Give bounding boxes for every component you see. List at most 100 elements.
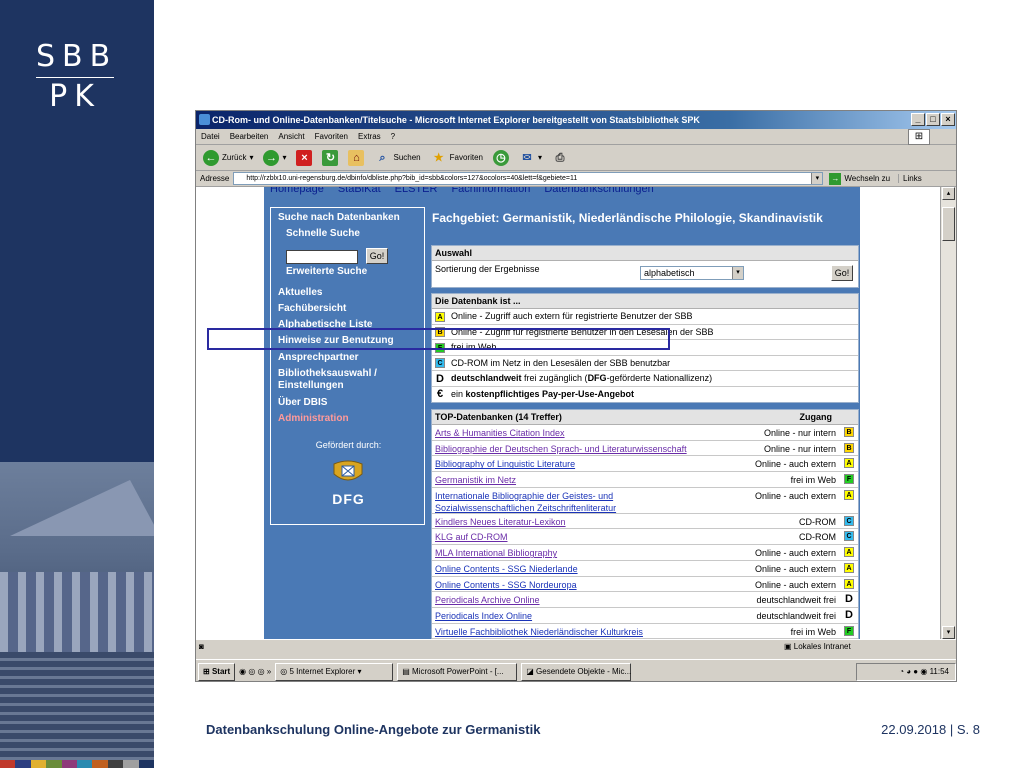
dbis-page: Homepage StaBiKat ELSTER Fachinformation Dat… — [264, 187, 860, 639]
logo-line-1: SBB — [36, 40, 114, 78]
access-badge-icon: D — [844, 608, 854, 621]
search-button[interactable]: ⌕ Suchen — [371, 148, 423, 168]
link-aktuelles[interactable]: Aktuelles — [278, 287, 322, 298]
legend-row-d: Ddeutschlandweit frei zugänglich (DFG-ge… — [432, 371, 858, 387]
links-button[interactable]: Links — [898, 174, 922, 183]
task-internet-explorer[interactable]: ◎ 5 Internet Explorer ▾ — [275, 662, 394, 681]
legend-heading: Die Datenbank ist ... — [432, 294, 858, 309]
link-einstellungen[interactable]: Einstellungen — [278, 380, 344, 391]
db-name-link[interactable]: MLA International Bibliography — [435, 547, 557, 559]
db-name-link[interactable]: KLG auf CD-ROM — [435, 531, 508, 543]
page-title: Fachgebiet: Germanistik, Niederländische… — [432, 211, 823, 225]
db-name-link[interactable]: Bibliographie der Deutschen Sprach- und … — [435, 443, 687, 455]
back-arrow-icon: ← — [203, 149, 219, 166]
db-name-link[interactable]: Internationale Bibliographie der Geistes… — [435, 490, 613, 502]
menu-bar: Datei Bearbeiten Ansicht Favoriten Extras? — [196, 129, 956, 145]
task-outlook[interactable]: ◪ Gesendete Objekte - Mic... — [521, 662, 632, 681]
tray-icons[interactable]: ◔ ◕ ● ◉ — [899, 667, 929, 676]
menu-favoriten[interactable]: Favoriten — [310, 129, 353, 144]
menu-extras[interactable]: Extras — [353, 129, 386, 144]
system-tray: ◔ ◕ ● ◉ 11:54 — [856, 663, 956, 681]
db-row: Bibliographie der Deutschen Sprach- und … — [432, 441, 858, 457]
link-fachuebersicht[interactable]: Fachübersicht — [278, 303, 346, 314]
db-name-link[interactable]: Online Contents - SSG Niederlande — [435, 563, 578, 575]
db-row: Periodicals Index Online deutschlandweit … — [432, 608, 858, 624]
scroll-thumb[interactable] — [942, 207, 955, 241]
bavarian-crest-icon — [333, 460, 363, 481]
link-ansprechpartner[interactable]: Ansprechpartner — [278, 352, 359, 363]
link-administration[interactable]: Administration — [278, 413, 349, 424]
db-access: Online - auch extern — [754, 563, 836, 574]
refresh-icon: ↻ — [322, 149, 339, 166]
footer-date: 22.09.2018 | S. 8 — [881, 722, 980, 737]
browser-toolbar: ← Zurück ▾ → ▾ × ↻ ⌂ ⌕ Suchen ★ Favoriten ◷ ✉… — [196, 145, 956, 171]
menu-bearbeiten[interactable]: Bearbeiten — [225, 129, 274, 144]
footer-title: Datenbankschulung Online-Angebote zur Ge… — [206, 722, 541, 737]
color-stripe — [0, 760, 154, 768]
menu-help[interactable]: ? — [386, 129, 400, 144]
powerpoint-icon: ▤ — [402, 666, 413, 676]
print-button[interactable]: ⎙ — [549, 148, 571, 168]
nav-stabikat[interactable]: StaBiKat — [338, 187, 381, 195]
quick-search-go-button[interactable]: Go! — [366, 248, 388, 264]
menu-datei[interactable]: Datei — [196, 129, 225, 144]
link-bibliotheksauswahl[interactable]: Bibliotheksauswahl / — [278, 368, 377, 379]
sort-label: Sortierung der Ergebnisse — [435, 264, 540, 274]
db-name-link[interactable]: Periodicals Archive Online — [435, 594, 540, 606]
nav-elster[interactable]: ELSTER — [395, 187, 438, 195]
quick-search-input[interactable] — [286, 250, 358, 264]
access-badge-icon: A — [844, 562, 854, 573]
db-name-link[interactable]: Online Contents - SSG Nordeuropa — [435, 579, 577, 591]
menu-ansicht[interactable]: Ansicht — [273, 129, 309, 144]
history-button[interactable]: ◷ — [490, 148, 512, 168]
sort-select[interactable]: alphabetisch ▾ — [640, 266, 744, 280]
refresh-button[interactable]: ↻ — [319, 148, 341, 168]
address-input[interactable]: http://rzblx10.uni-regensburg.de/dbinfo/… — [233, 172, 824, 185]
db-name-link[interactable]: Germanistik im Netz — [435, 474, 516, 486]
brand-sidebar: SBB PK — [0, 0, 154, 768]
start-button[interactable]: ⊞ Start — [198, 662, 236, 681]
intranet-icon: ▣ — [784, 642, 794, 651]
home-button[interactable]: ⌂ — [345, 148, 367, 168]
db-row: Online Contents - SSG Nordeuropa Online -… — [432, 577, 858, 593]
minimize-button[interactable]: _ — [911, 113, 925, 126]
access-badge-icon: B — [844, 442, 854, 453]
db-name-link[interactable]: Bibliography of Linguistic Literature — [435, 458, 575, 470]
db-name-link[interactable]: Arts & Humanities Citation Index — [435, 427, 565, 439]
close-button[interactable]: × — [941, 113, 955, 126]
address-dropdown-icon[interactable]: ▾ — [811, 173, 823, 184]
mail-button[interactable]: ✉ ▾ — [516, 148, 545, 168]
link-ueber-dbis[interactable]: Über DBIS — [278, 397, 327, 408]
legend-row-a: A Online - Zugriff auch extern für regist… — [432, 309, 858, 325]
forward-button[interactable]: → ▾ — [260, 148, 289, 168]
go-button[interactable]: → Wechseln zu — [829, 172, 890, 185]
sort-go-button[interactable]: Go! — [831, 265, 853, 281]
stop-icon: × — [296, 149, 313, 166]
highlight-box — [207, 328, 670, 350]
db-name-link[interactable]: Sozialwissenschaftlichen Zeitschriftenli… — [435, 502, 616, 514]
db-name-link[interactable]: Kindlers Neues Literatur-Lexikon — [435, 516, 566, 528]
db-name-link[interactable]: Periodicals Index Online — [435, 610, 532, 622]
db-access: Online - auch extern — [754, 490, 836, 501]
access-badge-icon: A — [844, 458, 854, 469]
nav-homepage[interactable]: Homepage — [270, 187, 324, 195]
nav-datenbankschulungen[interactable]: Datenbankschulungen — [544, 187, 653, 195]
db-access: Online - auch extern — [754, 548, 836, 559]
advanced-search-link[interactable]: Erweiterte Suche — [286, 266, 367, 277]
scroll-down-icon[interactable]: ▾ — [942, 626, 955, 639]
back-button[interactable]: ← Zurück ▾ — [200, 148, 256, 168]
quicklaunch-icons[interactable]: ◉ ◎ ◎ » — [239, 667, 271, 676]
maximize-button[interactable]: □ — [926, 113, 940, 126]
clock: 11:54 — [929, 667, 949, 676]
task-powerpoint[interactable]: ▤ Microsoft PowerPoint - [... — [397, 662, 518, 681]
scroll-up-icon[interactable]: ▴ — [942, 187, 955, 200]
nav-fachinformation[interactable]: Fachinformation — [451, 187, 530, 195]
favorites-button[interactable]: ★ Favoriten — [428, 148, 486, 168]
db-name-link[interactable]: Virtuelle Fachbibliothek Niederländische… — [435, 626, 643, 638]
db-access: frei im Web — [790, 475, 836, 486]
stop-button[interactable]: × — [293, 148, 315, 168]
mail-icon: ✉ — [518, 149, 535, 166]
vertical-scrollbar[interactable]: ▴ ▾ — [940, 187, 956, 639]
security-zone: ▣ Lokales Intranet — [784, 642, 851, 651]
chevron-down-icon: ▾ — [732, 267, 743, 279]
